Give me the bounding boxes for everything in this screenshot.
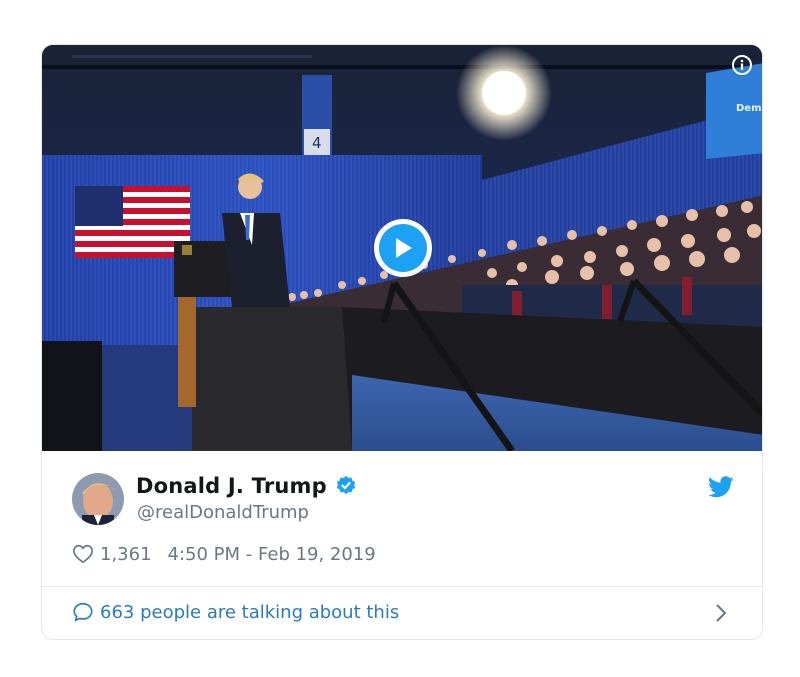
verified-badge-icon (336, 475, 356, 495)
svg-text:Demo: Demo (736, 103, 763, 114)
chevron-right-icon[interactable] (714, 602, 728, 624)
author-handle[interactable]: @realDonaldTrump (137, 502, 309, 523)
conversation-link[interactable]: 663 people are talking about this (72, 601, 399, 623)
play-button[interactable] (374, 219, 432, 277)
embedded-tweet-card[interactable]: 4 Demo (41, 44, 763, 640)
author-display-name[interactable]: Donald J. Trump (136, 474, 327, 498)
avatar[interactable] (72, 473, 124, 525)
play-icon-circle (379, 224, 427, 272)
video-thumbnail[interactable]: 4 Demo (42, 45, 763, 451)
tweet-meta: 1,361 4:50 PM - Feb 19, 2019 (72, 543, 376, 565)
info-icon[interactable] (732, 55, 752, 75)
tweet-timestamp[interactable]: 4:50 PM - Feb 19, 2019 (168, 544, 376, 565)
like-count[interactable]: 1,361 (100, 544, 152, 565)
conversation-text[interactable]: 663 people are talking about this (100, 602, 399, 623)
tweet-author[interactable]: Donald J. Trump @realDonaldTrump (72, 473, 734, 527)
divider (42, 586, 762, 587)
twitter-bird-icon[interactable] (708, 475, 734, 499)
speech-bubble-icon (73, 602, 93, 622)
heart-icon[interactable] (72, 543, 94, 565)
play-icon (396, 238, 412, 258)
svg-text:4: 4 (312, 134, 322, 152)
